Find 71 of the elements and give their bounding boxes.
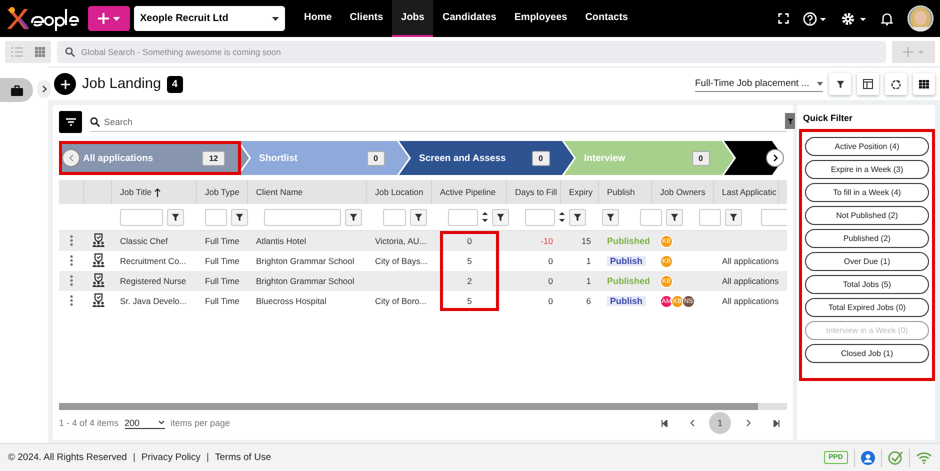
table-cell-text: 0 <box>466 236 473 246</box>
footer-link[interactable]: Privacy Policy <box>141 452 201 463</box>
table-cell-text: All applications <box>721 256 779 266</box>
status-text: Published <box>607 236 650 246</box>
table-cell-text: 5 <box>466 296 473 306</box>
table-cell-text: Classic Chef <box>119 236 169 246</box>
quick-filter-button[interactable]: Active Position (4) <box>805 137 929 156</box>
nav-tab[interactable]: Employees <box>505 0 576 37</box>
table-cell-text: All applications <box>721 276 779 286</box>
nav-tab[interactable]: Clients <box>340 0 392 37</box>
separator-text: | <box>206 452 210 463</box>
table-cell-text: 0 <box>547 256 554 266</box>
page-button[interactable]: 1 <box>709 412 731 434</box>
per-page-label: items per page <box>170 418 230 428</box>
table-cell-text: 6 <box>585 296 592 306</box>
table-cell-text: Registered Nurse <box>119 276 188 286</box>
page-size-dropdown[interactable]: 200 <box>124 418 165 428</box>
job-count: 4 <box>167 76 183 92</box>
table-cell-text: -10 <box>540 236 554 246</box>
separator-text: | <box>132 452 136 463</box>
status-text: Published <box>607 276 650 286</box>
table-cell-text: Full Time <box>204 296 240 306</box>
table-cell-text: 15 <box>580 236 592 246</box>
table-cell-text: 2 <box>466 276 473 286</box>
table-cell-text: 0 <box>547 296 554 306</box>
quick-filter-button[interactable]: Expire in a Week (3) <box>805 160 929 179</box>
publish-button[interactable]: Publish <box>607 296 646 306</box>
table-cell-text: City of Boro... <box>374 296 428 306</box>
nav-tab[interactable]: Candidates <box>433 0 506 37</box>
company-dropdown[interactable]: Xeople Recruit Ltd <box>134 6 285 31</box>
table-cell-text: Atlantis Hotel <box>255 236 308 246</box>
table-cell-text: 1 <box>585 256 592 266</box>
stage-count: 0 <box>366 150 385 166</box>
quick-filter-button[interactable]: Over Due (1) <box>805 252 929 271</box>
table-cell-text: Victoria, AU... <box>374 236 428 246</box>
table-cell-text: Full Time <box>204 276 240 286</box>
table-cell-text: City of Bays... <box>374 256 428 266</box>
nav-tab[interactable]: Jobs <box>392 0 434 37</box>
publish-button[interactable]: Publish <box>607 256 646 266</box>
table-cell-text: Full Time <box>204 256 240 266</box>
quick-filter-button[interactable]: Published (2) <box>805 229 929 248</box>
items-summary: 1 - 4 of 4 items <box>59 418 119 428</box>
table-cell-text: Brighton Grammar School <box>255 256 356 266</box>
table-cell-text: Brighton Grammar School <box>255 276 356 286</box>
nav-tab[interactable]: Home <box>295 0 341 37</box>
search-field[interactable]: Search <box>90 112 787 132</box>
table-cell-text: 0 <box>547 276 554 286</box>
quick-filter-button[interactable]: To fill in a Week (4) <box>805 183 929 202</box>
table-cell-text: Sr. Java Develo... <box>119 296 188 306</box>
copyright-text: © 2024. All Rights Reserved <box>8 452 127 463</box>
quick-filter-button[interactable]: Not Published (2) <box>805 206 929 225</box>
pipeline-stage[interactable]: Shortlist 0 <box>239 141 409 175</box>
stage-count: 0 <box>532 150 550 166</box>
pipeline-stage[interactable]: Interview 0 <box>564 141 734 175</box>
quick-filter-button[interactable]: Total Jobs (5) <box>805 275 929 294</box>
view-dropdown[interactable]: Full-Time Job placement ... <box>695 76 823 92</box>
table-cell-text: 1 <box>585 276 592 286</box>
quick-filter-button[interactable]: Closed Job (1) <box>805 344 929 363</box>
nav-tab[interactable]: Contacts <box>576 0 637 37</box>
stage-count: 0 <box>692 150 710 166</box>
pipeline-stage[interactable]: Screen and Assess 0 <box>399 141 574 175</box>
table-cell-text: Recruitment Co... <box>119 256 188 266</box>
panel-title: Quick Filter <box>802 112 854 125</box>
table-cell-text: All applications <box>721 296 779 306</box>
stage-count: 12 <box>202 150 225 166</box>
table-cell-text: 5 <box>466 256 473 266</box>
table-cell-text: Full Time <box>204 236 240 246</box>
table-cell-text: Bluecross Hospital <box>255 296 328 306</box>
page-title: Job Landing <box>82 76 162 92</box>
footer-link[interactable]: Terms of Use <box>215 452 271 463</box>
quick-filter-button[interactable]: Total Expired Jobs (0) <box>805 298 929 317</box>
